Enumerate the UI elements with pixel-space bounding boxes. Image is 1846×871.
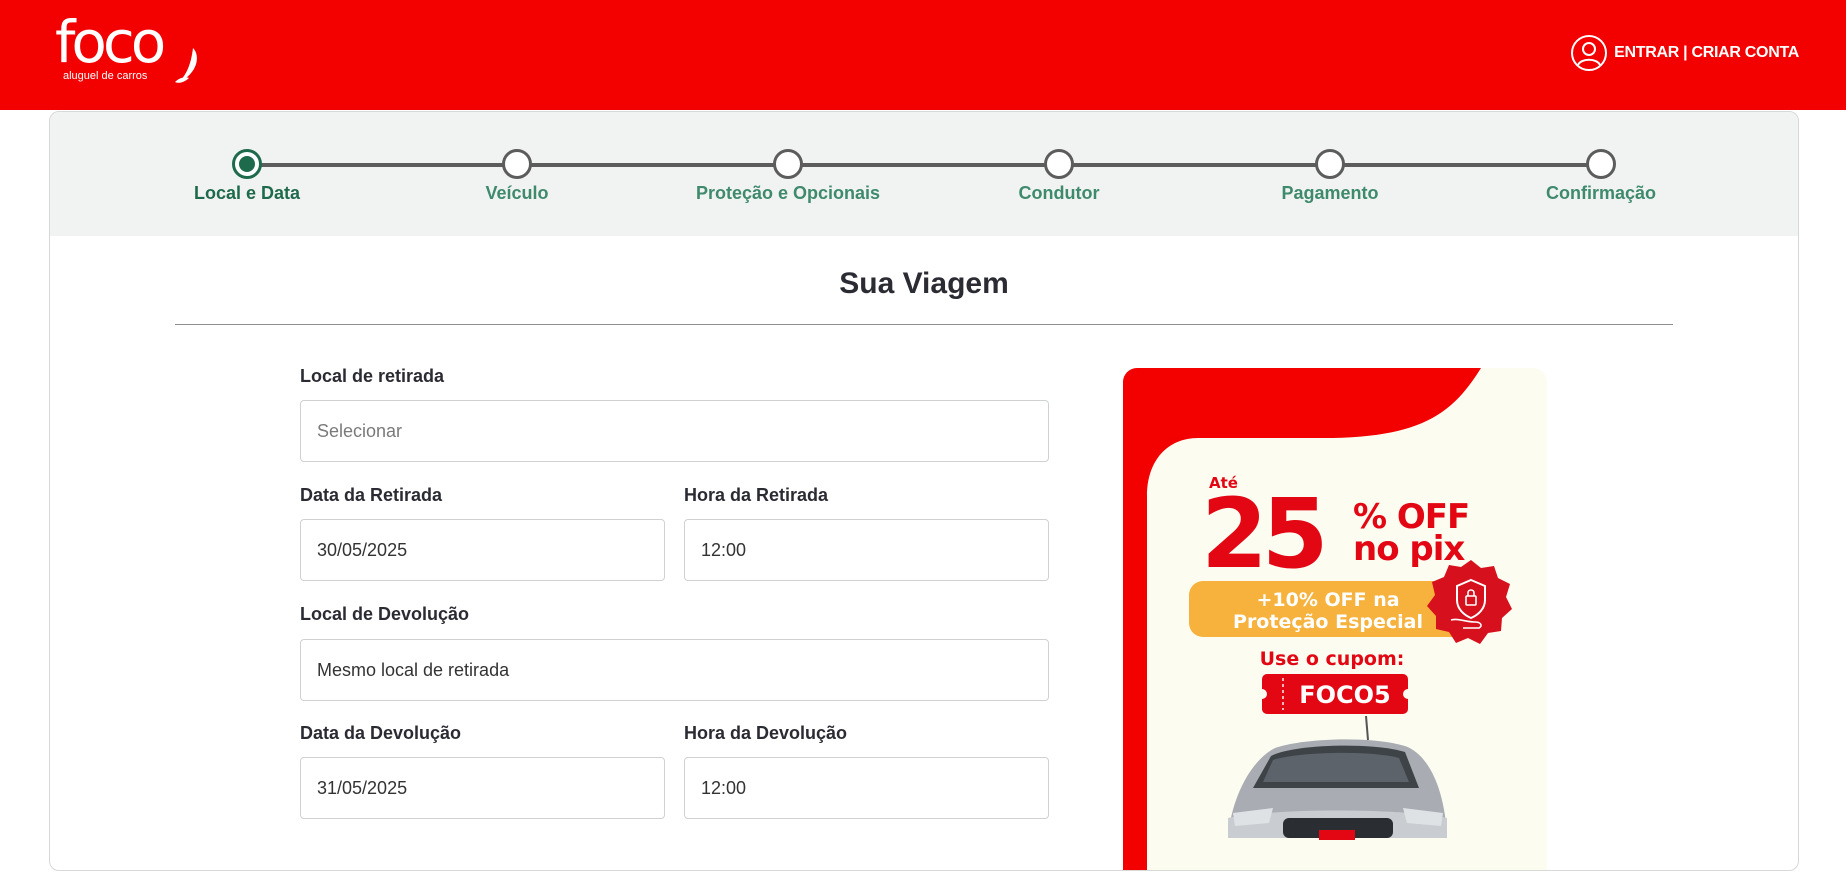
return-time-value: 12:00 (701, 777, 747, 798)
return-date-input[interactable]: 31/05/2025 (300, 757, 665, 819)
promo-coupon-code: FOCO5 (1299, 681, 1391, 709)
pickup-location-placeholder: Selecionar (317, 420, 403, 441)
user-icon (1571, 35, 1608, 71)
pickup-date-value: 30/05/2025 (317, 539, 408, 560)
return-time-label: Hora da Devolução (684, 723, 848, 743)
pickup-date-label: Data da Retirada (300, 485, 443, 505)
title-divider (175, 324, 1673, 325)
step-label: Proteção e Opcionais (695, 183, 881, 203)
booking-card: Local e Data Veículo Proteção e Opcionai… (49, 111, 1799, 871)
promo-artwork: Até 25 % OFF no pix +10% OFF na Proteção… (1123, 368, 1512, 870)
promo-percent: 25 (1201, 478, 1323, 590)
promo-ribbon-line2: Proteção Especial (1233, 611, 1423, 633)
logo-wordmark: foco (55, 8, 166, 76)
return-date-value: 31/05/2025 (317, 777, 408, 798)
account-label: ENTRAR | CRIAR CONTA (1614, 44, 1799, 61)
pickup-time-value: 12:00 (701, 539, 747, 560)
logo-tagline: aluguel de carros (63, 70, 148, 82)
login-register-link[interactable]: ENTRAR | CRIAR CONTA (1570, 34, 1799, 72)
pickup-location-label: Local de retirada (300, 366, 445, 386)
pickup-location-select[interactable]: Selecionar (300, 400, 1049, 462)
pickup-time-input[interactable]: 12:00 (684, 519, 1049, 581)
pickup-date-input[interactable]: 30/05/2025 (300, 519, 665, 581)
step-label: Veículo (485, 183, 549, 203)
promo-ribbon-line1: +10% OFF na (1256, 589, 1399, 611)
step-local-e-data[interactable]: Local e Data (137, 149, 357, 204)
return-time-input[interactable]: 12:00 (684, 757, 1049, 819)
booking-stepper: Local e Data Veículo Proteção e Opcionai… (50, 112, 1798, 236)
step-dot-active (232, 149, 262, 179)
pickup-time-label: Hora da Retirada (684, 485, 829, 505)
promo-coupon-label: Use o cupom: (1260, 648, 1405, 670)
leaf-icon (175, 48, 197, 83)
step-protecao-opcionais[interactable]: Proteção e Opcionais (678, 149, 898, 204)
car-image (1228, 715, 1447, 840)
return-location-label: Local de Devolução (300, 604, 470, 624)
promo-off-line2: no pix (1353, 529, 1465, 569)
step-label: Confirmação (1545, 183, 1657, 203)
return-date-label: Data da Devolução (300, 723, 462, 743)
step-dot (1586, 149, 1616, 179)
page-title: Sua Viagem (839, 267, 1009, 300)
step-dot (1044, 149, 1074, 179)
step-dot (1315, 149, 1345, 179)
step-label: Pagamento (1281, 183, 1379, 203)
return-location-select[interactable]: Mesmo local de retirada (300, 639, 1049, 701)
step-veiculo[interactable]: Veículo (407, 149, 627, 204)
step-pagamento[interactable]: Pagamento (1220, 149, 1440, 204)
step-label: Condutor (1018, 183, 1100, 203)
step-dot (502, 149, 532, 179)
return-location-value: Mesmo local de retirada (317, 659, 510, 680)
promo-banner[interactable]: Até 25 % OFF no pix +10% OFF na Proteção… (1123, 368, 1547, 870)
foco-logo[interactable]: foco aluguel de carros (55, 12, 205, 87)
step-dot (773, 149, 803, 179)
step-confirmacao[interactable]: Confirmação (1491, 149, 1711, 204)
step-condutor[interactable]: Condutor (949, 149, 1169, 204)
top-header: foco aluguel de carros ENTRAR | CRIAR CO… (0, 0, 1846, 110)
step-label: Local e Data (193, 183, 301, 203)
